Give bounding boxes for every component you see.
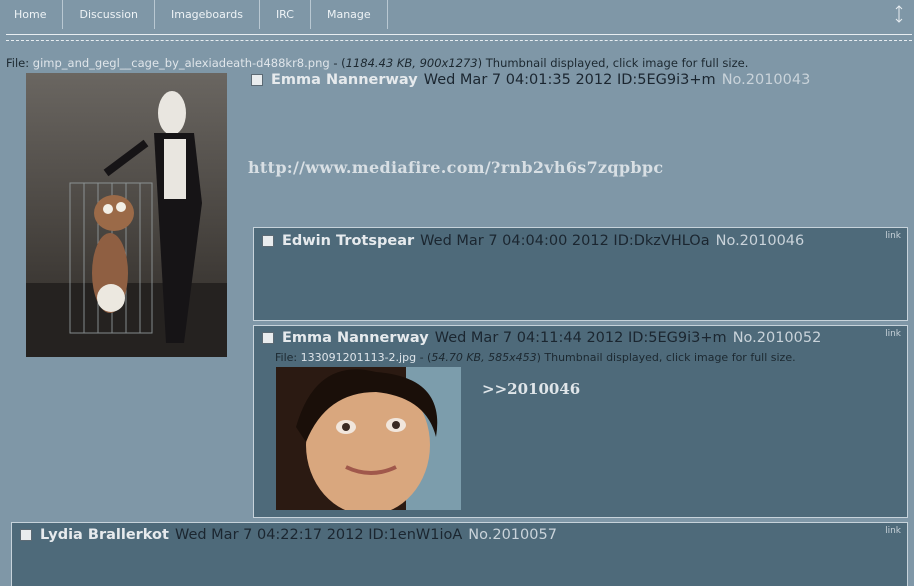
reply-link[interactable]: link xyxy=(885,231,901,241)
checkbox-icon[interactable] xyxy=(251,74,263,86)
checkbox-icon[interactable] xyxy=(20,529,32,541)
reply-post: link Emma Nannerway Wed Mar 7 04:11:44 2… xyxy=(253,325,908,518)
op-file-link[interactable]: gimp_and_gegl__cage_by_alexiadeath-d488k… xyxy=(33,56,330,70)
file-meta: 54.70 KB, 585x453 xyxy=(431,351,537,364)
post-date: Wed Mar 7 04:04:00 2012 xyxy=(420,233,609,249)
poster-id: ID:DkzVHLOa xyxy=(613,233,710,249)
divider xyxy=(6,34,912,41)
nav-irc[interactable]: IRC xyxy=(260,0,311,29)
poster-name: Edwin Trotspear xyxy=(282,233,415,249)
nav-discussion[interactable]: Discussion xyxy=(63,0,155,29)
file-label: File: xyxy=(6,56,33,70)
poster-id: ID:5EG9i3+m xyxy=(627,330,727,346)
reply-thumbnail[interactable] xyxy=(276,367,461,510)
nav-home[interactable]: Home xyxy=(0,0,64,29)
file-tail: ) Thumbnail displayed, click image for f… xyxy=(477,56,749,70)
post-date: Wed Mar 7 04:01:35 2012 xyxy=(423,72,613,88)
reply-link[interactable]: link xyxy=(885,329,901,339)
op-thumbnail[interactable] xyxy=(26,73,227,357)
op-body-link[interactable]: http://www.mediafire.com/?rnb2vh6s7zqpbp… xyxy=(248,158,663,177)
post-number[interactable]: No.2010046 xyxy=(716,233,805,249)
poster-name: Lydia Brallerkot xyxy=(40,527,169,543)
file-tail: ) Thumbnail displayed, click image for f… xyxy=(536,351,796,364)
reply-header: Emma Nannerway Wed Mar 7 04:11:44 2012 I… xyxy=(262,330,821,346)
nav-imageboards[interactable]: Imageboards xyxy=(155,0,260,29)
post-date: Wed Mar 7 04:11:44 2012 xyxy=(434,330,624,346)
file-sep: - ( xyxy=(416,351,432,364)
quote-link[interactable]: >>2010046 xyxy=(482,380,580,398)
poster-id: ID:1enW1ioA xyxy=(368,527,463,543)
post-number[interactable]: No.2010052 xyxy=(733,330,822,346)
reply-thumbnail-art xyxy=(276,367,461,510)
reply-file-info: File: 133091201113-2.jpg - (54.70 KB, 58… xyxy=(275,351,796,364)
op-file-info: File: gimp_and_gegl__cage_by_alexiadeath… xyxy=(6,56,748,70)
post-date: Wed Mar 7 04:22:17 2012 xyxy=(174,527,364,543)
poster-name: Emma Nannerway xyxy=(282,330,429,346)
post-number[interactable]: No.2010043 xyxy=(722,72,811,88)
checkbox-icon[interactable] xyxy=(262,235,274,247)
reply-post: link Lydia Brallerkot Wed Mar 7 04:22:17… xyxy=(11,522,908,586)
vertical-resize-icon[interactable] xyxy=(894,4,904,24)
reply-header: Lydia Brallerkot Wed Mar 7 04:22:17 2012… xyxy=(20,527,557,543)
op-post-header: Emma Nannerway Wed Mar 7 04:01:35 2012 I… xyxy=(251,72,810,88)
reply-post: link Edwin Trotspear Wed Mar 7 04:04:00 … xyxy=(253,227,908,321)
post-number[interactable]: No.2010057 xyxy=(468,527,557,543)
poster-id: ID:5EG9i3+m xyxy=(616,72,716,88)
poster-name: Emma Nannerway xyxy=(271,72,418,88)
file-sep: - ( xyxy=(329,56,346,70)
file-meta: 1184.43 KB, 900x1273 xyxy=(345,56,478,70)
op-thumbnail-art xyxy=(26,73,227,357)
checkbox-icon[interactable] xyxy=(262,332,274,344)
top-nav: Home Discussion Imageboards IRC Manage xyxy=(0,0,914,29)
nav-manage[interactable]: Manage xyxy=(311,0,388,29)
reply-file-link[interactable]: 133091201113-2.jpg xyxy=(301,351,416,364)
file-label: File: xyxy=(275,351,301,364)
reply-link[interactable]: link xyxy=(885,526,901,536)
reply-header: Edwin Trotspear Wed Mar 7 04:04:00 2012 … xyxy=(262,233,804,249)
